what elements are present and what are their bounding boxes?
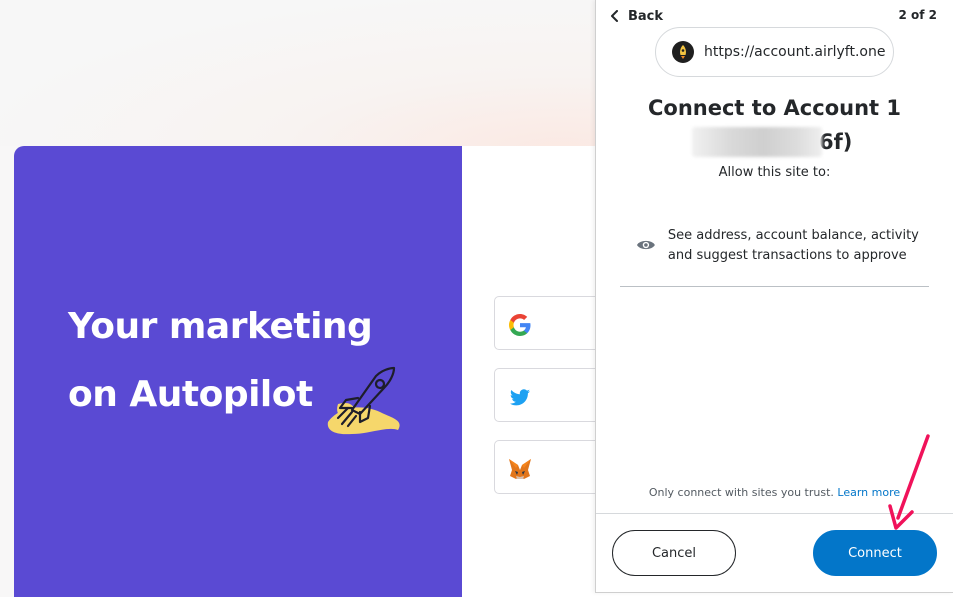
trust-text: Only connect with sites you trust. <box>648 486 834 499</box>
site-url: https://account.airlyft.one <box>704 44 886 60</box>
site-favicon-icon <box>672 41 694 63</box>
annotation-arrow-icon <box>888 434 930 530</box>
site-origin-pill: https://account.airlyft.one <box>655 27 894 77</box>
account-address: 6f) <box>692 126 852 158</box>
connect-title: Connect to Account 1 <box>648 96 901 120</box>
back-button[interactable]: Back <box>610 7 663 25</box>
cancel-button[interactable]: Cancel <box>612 530 736 576</box>
permission-text: See address, account balance, activity a… <box>667 228 919 263</box>
back-label: Back <box>628 8 664 24</box>
eye-icon <box>636 240 655 250</box>
step-counter: 2 of 2 <box>898 8 937 22</box>
permission-item: See address, account balance, activity a… <box>636 226 936 266</box>
redacted-address <box>692 127 822 157</box>
metamask-fox-icon <box>509 459 531 479</box>
rocket-icon <box>327 366 400 435</box>
connect-button[interactable]: Connect <box>813 530 937 576</box>
hero-title-line2: on Autopilot <box>68 374 313 415</box>
allow-heading: Allow this site to: <box>718 165 831 180</box>
hero-title-line1: Your marketing <box>68 306 373 347</box>
twitter-icon <box>510 389 530 406</box>
divider <box>620 286 929 287</box>
chevron-left-icon <box>611 10 618 22</box>
address-suffix: 6f) <box>819 130 853 154</box>
hero-panel: Your marketing on Autopilot <box>14 146 462 597</box>
google-icon <box>509 314 531 336</box>
